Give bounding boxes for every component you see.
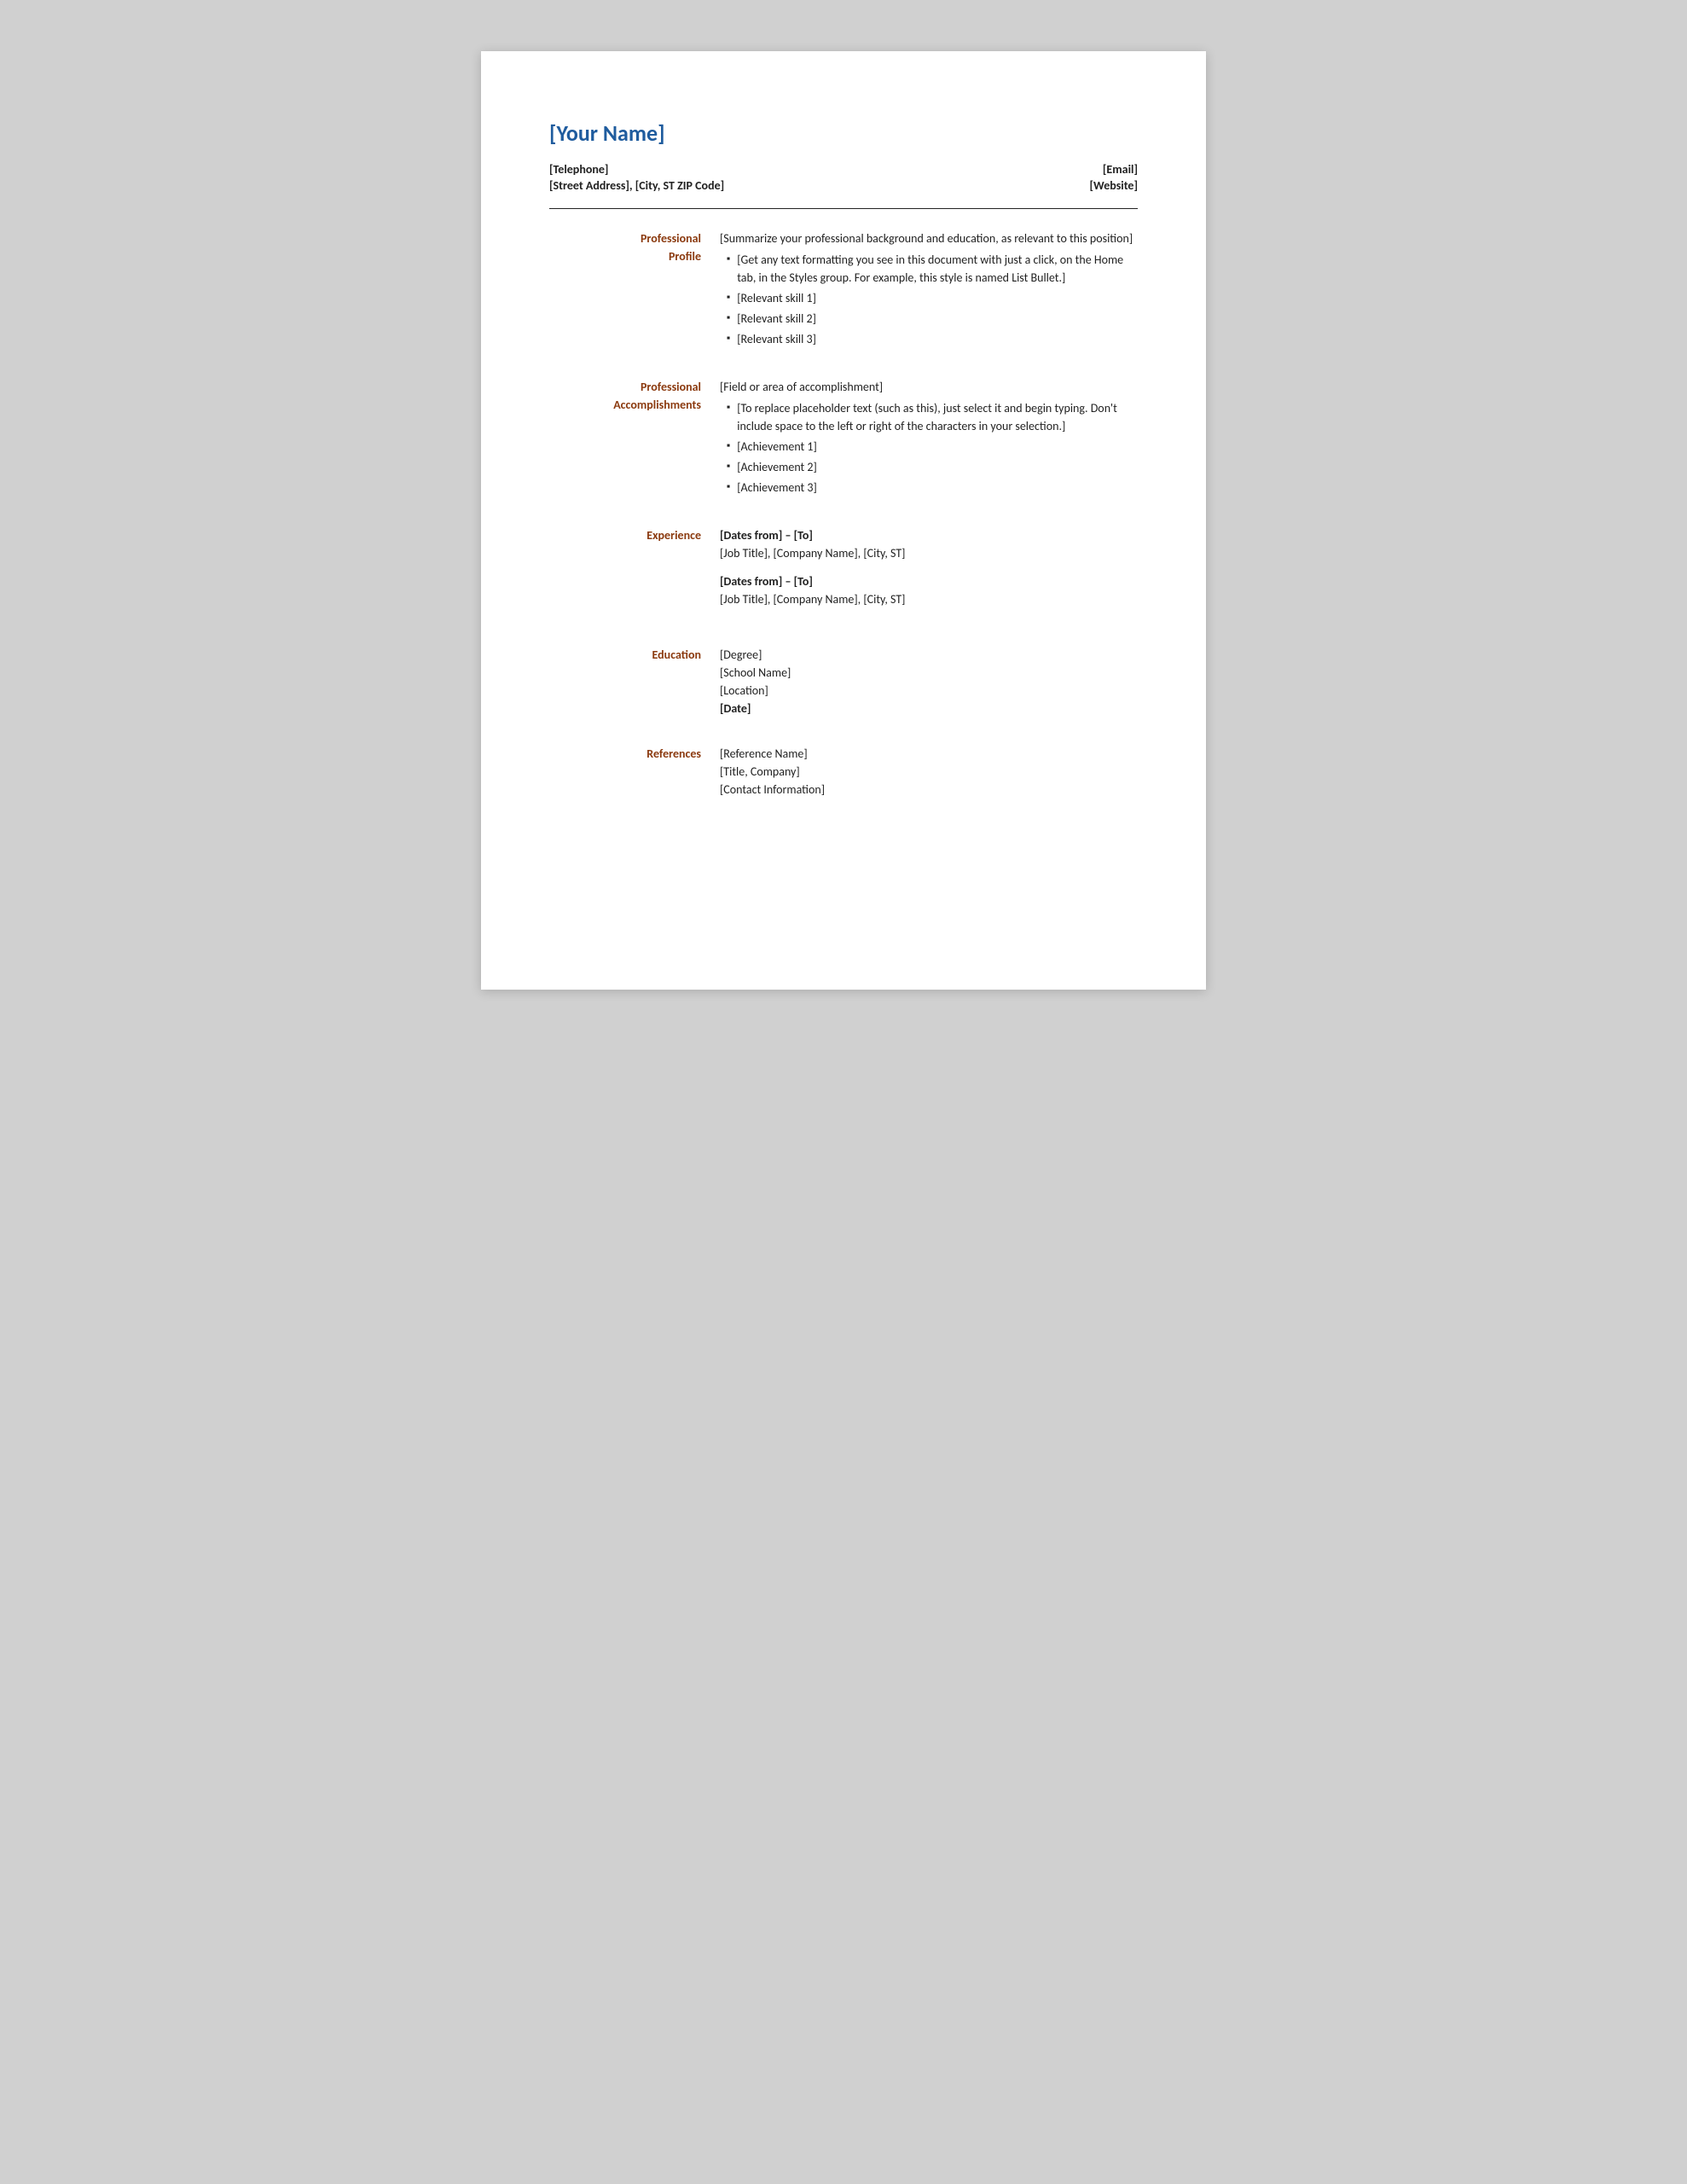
references-content: [Reference Name] [Title, Company] [Conta…	[720, 745, 1138, 799]
email-label: [Email]	[1103, 162, 1138, 177]
profile-summary: [Summarize your professional background …	[720, 229, 1138, 247]
experience-content: [Dates from] – [To] [Job Title], [Compan…	[720, 526, 1138, 619]
profile-bullet-3: [Relevant skill 2]	[720, 310, 1138, 328]
accomplishments-section: Professional Accomplishments [Field or a…	[549, 378, 1138, 499]
edu-date: [Date]	[720, 700, 1138, 717]
ref-contact: [Contact Information]	[720, 781, 1138, 799]
address-label: [Street Address], [City, ST ZIP Code]	[549, 178, 724, 193]
experience-section: Experience [Dates from] – [To] [Job Titl…	[549, 526, 1138, 619]
accomplishment-bullet-3: [Achievement 2]	[720, 458, 1138, 476]
contact-row: [Telephone] [Street Address], [City, ST …	[549, 162, 1138, 193]
experience-label: Experience	[549, 526, 720, 619]
exp-details-2: [Job Title], [Company Name], [City, ST]	[720, 590, 1138, 608]
education-content: [Degree] [School Name] [Location] [Date]	[720, 646, 1138, 717]
professional-profile-label: Professional Profile	[549, 229, 720, 351]
professional-profile-content: [Summarize your professional background …	[720, 229, 1138, 351]
contact-right: [Email] [Website]	[1089, 162, 1138, 193]
edu-degree: [Degree]	[720, 646, 1138, 664]
accomplishments-content: [Field or area of accomplishment] [To re…	[720, 378, 1138, 499]
references-section: References [Reference Name] [Title, Comp…	[549, 745, 1138, 799]
profile-bullet-1: [Get any text formatting you see in this…	[720, 251, 1138, 287]
exp-dates-2: [Dates from] – [To]	[720, 572, 1138, 590]
experience-entry-2: [Dates from] – [To] [Job Title], [Compan…	[720, 572, 1138, 608]
applicant-name: [Your Name]	[549, 119, 1138, 147]
exp-details-1: [Job Title], [Company Name], [City, ST]	[720, 544, 1138, 562]
accomplishments-bullets: [To replace placeholder text (such as th…	[720, 399, 1138, 497]
ref-name: [Reference Name]	[720, 745, 1138, 763]
accomplishment-bullet-4: [Achievement 3]	[720, 479, 1138, 497]
contact-left: [Telephone] [Street Address], [City, ST …	[549, 162, 724, 193]
ref-title-company: [Title, Company]	[720, 763, 1138, 781]
edu-location: [Location]	[720, 682, 1138, 700]
profile-bullet-2: [Relevant skill 1]	[720, 289, 1138, 307]
accomplishment-bullet-1: [To replace placeholder text (such as th…	[720, 399, 1138, 435]
professional-profile-section: Professional Profile [Summarize your pro…	[549, 229, 1138, 351]
profile-bullet-4: [Relevant skill 3]	[720, 330, 1138, 348]
edu-school: [School Name]	[720, 664, 1138, 682]
accomplishments-field: [Field or area of accomplishment]	[720, 378, 1138, 396]
website-label: [Website]	[1089, 178, 1138, 193]
exp-dates-1: [Dates from] – [To]	[720, 526, 1138, 544]
telephone-label: [Telephone]	[549, 162, 724, 177]
header-divider	[549, 208, 1138, 209]
education-section: Education [Degree] [School Name] [Locati…	[549, 646, 1138, 717]
accomplishments-label: Professional Accomplishments	[549, 378, 720, 499]
references-label: References	[549, 745, 720, 799]
profile-bullets: [Get any text formatting you see in this…	[720, 251, 1138, 348]
accomplishment-bullet-2: [Achievement 1]	[720, 438, 1138, 456]
experience-entry-1: [Dates from] – [To] [Job Title], [Compan…	[720, 526, 1138, 562]
education-label: Education	[549, 646, 720, 717]
resume-page: [Your Name] [Telephone] [Street Address]…	[481, 51, 1206, 990]
